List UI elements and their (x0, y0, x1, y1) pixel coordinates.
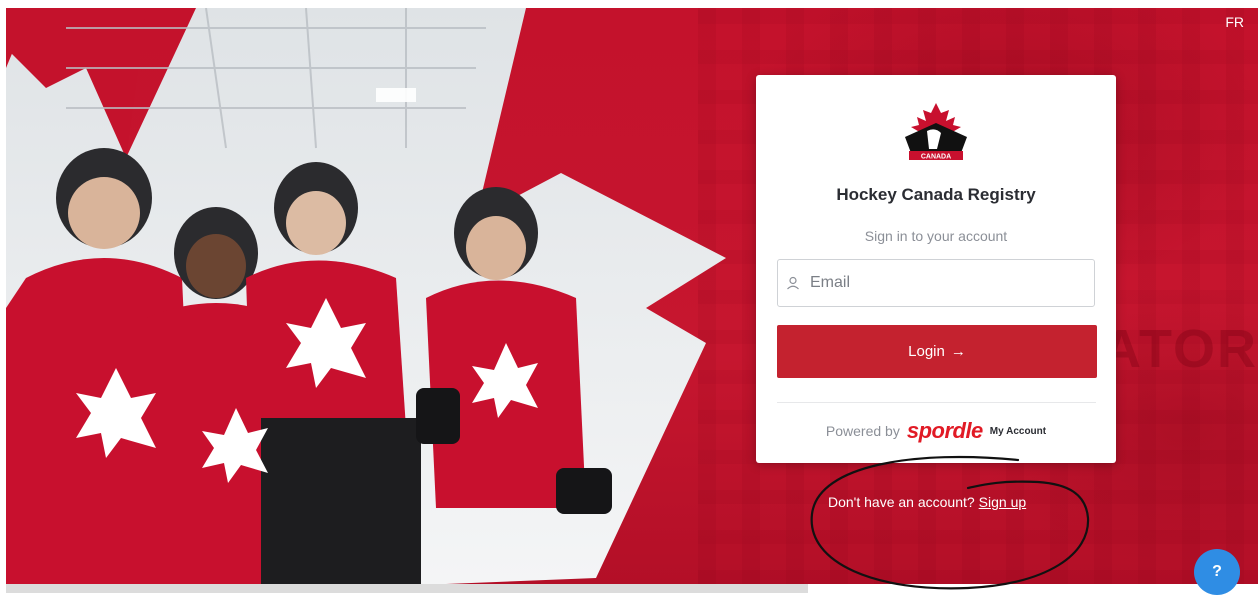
hockey-canada-logo: CANADA (905, 103, 967, 161)
svg-text:CANADA: CANADA (921, 154, 951, 161)
email-field[interactable] (777, 259, 1095, 307)
help-button[interactable]: ? (1194, 549, 1240, 595)
spordle-logo: spordle (906, 418, 983, 443)
hand-drawn-circle-annotation (810, 455, 1090, 590)
email-input[interactable] (810, 260, 1094, 306)
login-card: CANADA Hockey Canada Registry Sign in to… (756, 75, 1116, 463)
horizontal-scrollbar[interactable] (6, 584, 808, 593)
arrow-right-icon: → (950, 343, 966, 360)
login-button-label: Login (908, 343, 945, 360)
user-icon (787, 276, 799, 290)
page-title: Hockey Canada Registry (836, 185, 1036, 204)
team-photo (6, 8, 726, 584)
login-button[interactable]: Login → (777, 325, 1097, 378)
powered-by-footer: Powered by spordle My Account (756, 420, 1116, 442)
my-account-label: My Account (989, 425, 1047, 437)
language-toggle-fr[interactable]: FR (1225, 14, 1244, 30)
powered-by-label: Powered by (825, 423, 900, 439)
sign-in-subtitle: Sign in to your account (864, 228, 1008, 244)
card-divider (777, 402, 1096, 403)
